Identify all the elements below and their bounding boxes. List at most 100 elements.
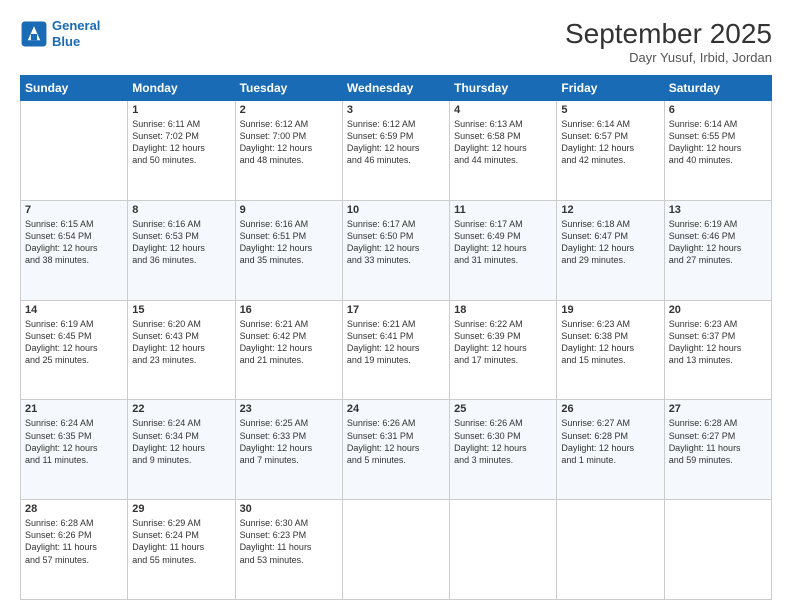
day-number: 2 [240,104,338,116]
calendar-cell: 2 Sunrise: 6:12 AM Sunset: 7:00 PM Daylig… [235,101,342,201]
day-info: Sunrise: 6:23 AM Sunset: 6:38 PM Dayligh… [561,318,659,367]
calendar-cell: 22 Sunrise: 6:24 AM Sunset: 6:34 PM Dayli… [128,400,235,500]
calendar-week-5: 28 Sunrise: 6:28 AM Sunset: 6:26 PM Dayli… [21,500,772,600]
day-number: 15 [132,304,230,316]
day-number: 12 [561,204,659,216]
day-number: 9 [240,204,338,216]
day-info: Sunrise: 6:22 AM Sunset: 6:39 PM Dayligh… [454,318,552,367]
calendar-week-4: 21 Sunrise: 6:24 AM Sunset: 6:35 PM Dayli… [21,400,772,500]
calendar-cell: 18 Sunrise: 6:22 AM Sunset: 6:39 PM Dayli… [450,300,557,400]
calendar-cell: 15 Sunrise: 6:20 AM Sunset: 6:43 PM Dayli… [128,300,235,400]
day-info: Sunrise: 6:18 AM Sunset: 6:47 PM Dayligh… [561,218,659,267]
calendar-cell [664,500,771,600]
day-number: 29 [132,503,230,515]
day-number: 26 [561,403,659,415]
day-number: 13 [669,204,767,216]
calendar-cell: 16Sunrise: 6:21 AM Sunset: 6:42 PM Dayli… [235,300,342,400]
calendar-cell [557,500,664,600]
weekday-header-tuesday: Tuesday [235,76,342,101]
day-number: 3 [347,104,445,116]
weekday-header-sunday: Sunday [21,76,128,101]
day-info: Sunrise: 6:26 AM Sunset: 6:30 PM Dayligh… [454,417,552,466]
day-info: Sunrise: 6:17 AM Sunset: 6:49 PM Dayligh… [454,218,552,267]
day-info: Sunrise: 6:24 AM Sunset: 6:34 PM Dayligh… [132,417,230,466]
weekday-header-thursday: Thursday [450,76,557,101]
page: General Blue September 2025 Dayr Yusuf, … [0,0,792,612]
calendar-cell: 9 Sunrise: 6:16 AM Sunset: 6:51 PM Daylig… [235,200,342,300]
day-info: Sunrise: 6:24 AM Sunset: 6:35 PM Dayligh… [25,417,123,466]
day-number: 20 [669,304,767,316]
calendar-cell: 4Sunrise: 6:13 AM Sunset: 6:58 PM Daylig… [450,101,557,201]
day-info: Sunrise: 6:12 AM Sunset: 7:00 PM Dayligh… [240,118,338,167]
day-info: Sunrise: 6:15 AM Sunset: 6:54 PM Dayligh… [25,218,123,267]
day-number: 8 [132,204,230,216]
day-number: 19 [561,304,659,316]
day-info: Sunrise: 6:28 AM Sunset: 6:26 PM Dayligh… [25,517,123,566]
calendar-cell: 10Sunrise: 6:17 AM Sunset: 6:50 PM Dayli… [342,200,449,300]
calendar-cell: 14 Sunrise: 6:19 AM Sunset: 6:45 PM Dayli… [21,300,128,400]
calendar-cell: 12 Sunrise: 6:18 AM Sunset: 6:47 PM Dayli… [557,200,664,300]
calendar-cell: 29 Sunrise: 6:29 AM Sunset: 6:24 PM Dayli… [128,500,235,600]
day-number: 14 [25,304,123,316]
calendar-cell: 17 Sunrise: 6:21 AM Sunset: 6:41 PM Dayli… [342,300,449,400]
calendar-cell [21,101,128,201]
calendar-cell: 13Sunrise: 6:19 AM Sunset: 6:46 PM Dayli… [664,200,771,300]
day-number: 27 [669,403,767,415]
day-number: 28 [25,503,123,515]
calendar-cell: 7Sunrise: 6:15 AM Sunset: 6:54 PM Daylig… [21,200,128,300]
calendar-week-3: 14 Sunrise: 6:19 AM Sunset: 6:45 PM Dayli… [21,300,772,400]
day-info: Sunrise: 6:11 AM Sunset: 7:02 PM Dayligh… [132,118,230,167]
day-number: 11 [454,204,552,216]
calendar-table: SundayMondayTuesdayWednesdayThursdayFrid… [20,75,772,600]
calendar-cell: 19 Sunrise: 6:23 AM Sunset: 6:38 PM Dayli… [557,300,664,400]
calendar-week-2: 7Sunrise: 6:15 AM Sunset: 6:54 PM Daylig… [21,200,772,300]
calendar-cell: 11 Sunrise: 6:17 AM Sunset: 6:49 PM Dayli… [450,200,557,300]
calendar-week-1: 1 Sunrise: 6:11 AM Sunset: 7:02 PM Daylig… [21,101,772,201]
calendar-cell: 3 Sunrise: 6:12 AM Sunset: 6:59 PM Daylig… [342,101,449,201]
day-info: Sunrise: 6:20 AM Sunset: 6:43 PM Dayligh… [132,318,230,367]
day-number: 6 [669,104,767,116]
calendar-cell: 6 Sunrise: 6:14 AM Sunset: 6:55 PM Daylig… [664,101,771,201]
day-info: Sunrise: 6:29 AM Sunset: 6:24 PM Dayligh… [132,517,230,566]
day-info: Sunrise: 6:12 AM Sunset: 6:59 PM Dayligh… [347,118,445,167]
day-info: Sunrise: 6:16 AM Sunset: 6:51 PM Dayligh… [240,218,338,267]
day-number: 22 [132,403,230,415]
day-info: Sunrise: 6:13 AM Sunset: 6:58 PM Dayligh… [454,118,552,167]
calendar-cell [450,500,557,600]
day-info: Sunrise: 6:14 AM Sunset: 6:55 PM Dayligh… [669,118,767,167]
calendar-cell: 30Sunrise: 6:30 AM Sunset: 6:23 PM Dayli… [235,500,342,600]
day-number: 30 [240,503,338,515]
day-number: 24 [347,403,445,415]
day-info: Sunrise: 6:27 AM Sunset: 6:28 PM Dayligh… [561,417,659,466]
calendar-cell: 1 Sunrise: 6:11 AM Sunset: 7:02 PM Daylig… [128,101,235,201]
day-info: Sunrise: 6:19 AM Sunset: 6:45 PM Dayligh… [25,318,123,367]
location: Dayr Yusuf, Irbid, Jordan [565,50,772,65]
logo: General Blue [20,18,100,49]
day-number: 21 [25,403,123,415]
calendar-cell: 21 Sunrise: 6:24 AM Sunset: 6:35 PM Dayli… [21,400,128,500]
title-area: September 2025 Dayr Yusuf, Irbid, Jordan [565,18,772,65]
day-number: 18 [454,304,552,316]
calendar-cell: 23 Sunrise: 6:25 AM Sunset: 6:33 PM Dayli… [235,400,342,500]
calendar-cell: 24 Sunrise: 6:26 AM Sunset: 6:31 PM Dayli… [342,400,449,500]
calendar-cell: 25Sunrise: 6:26 AM Sunset: 6:30 PM Dayli… [450,400,557,500]
logo-line1: General [52,18,100,33]
day-info: Sunrise: 6:28 AM Sunset: 6:27 PM Dayligh… [669,417,767,466]
header: General Blue September 2025 Dayr Yusuf, … [20,18,772,65]
day-info: Sunrise: 6:21 AM Sunset: 6:42 PM Dayligh… [240,318,338,367]
weekday-header-wednesday: Wednesday [342,76,449,101]
day-info: Sunrise: 6:26 AM Sunset: 6:31 PM Dayligh… [347,417,445,466]
logo-line2: Blue [52,34,80,49]
day-number: 10 [347,204,445,216]
day-number: 5 [561,104,659,116]
day-number: 1 [132,104,230,116]
day-number: 17 [347,304,445,316]
calendar-cell: 27 Sunrise: 6:28 AM Sunset: 6:27 PM Dayli… [664,400,771,500]
calendar-cell [342,500,449,600]
day-info: Sunrise: 6:25 AM Sunset: 6:33 PM Dayligh… [240,417,338,466]
day-number: 23 [240,403,338,415]
weekday-header-friday: Friday [557,76,664,101]
month-title: September 2025 [565,18,772,50]
day-info: Sunrise: 6:21 AM Sunset: 6:41 PM Dayligh… [347,318,445,367]
calendar-cell: 8Sunrise: 6:16 AM Sunset: 6:53 PM Daylig… [128,200,235,300]
